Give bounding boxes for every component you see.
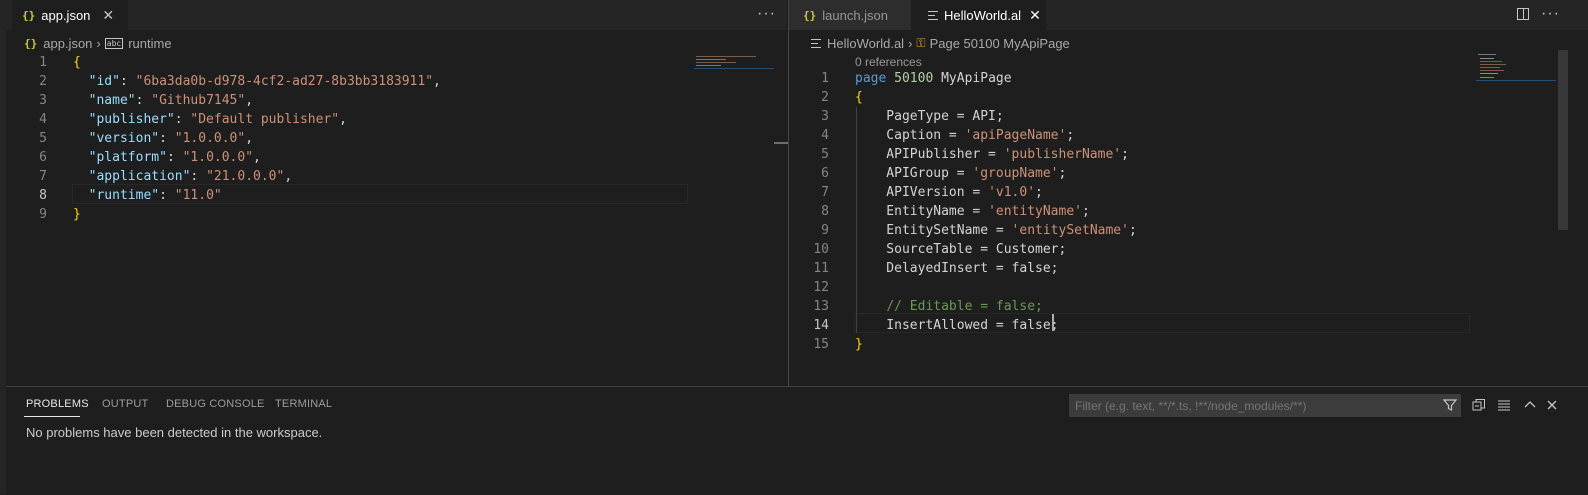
code-line: PageType = API; [855, 109, 1004, 124]
code-line: } [855, 337, 863, 352]
code-line: "version": "1.0.0.0", [88, 131, 254, 146]
code-line: } [73, 207, 81, 222]
breadcrumb-symbol[interactable]: runtime [128, 36, 171, 51]
code-line: APIGroup = 'groupName'; [855, 166, 1067, 181]
line-number: 3 [821, 109, 829, 124]
close-icon[interactable] [1545, 398, 1559, 412]
tab-debug-console[interactable]: DEBUG CONSOLE [166, 398, 265, 410]
code-line: "id": "6ba3da0b-d978-4cf2-ad27-8b3bb3183… [88, 74, 441, 89]
al-file-icon [811, 38, 821, 48]
text-cursor [1052, 314, 1054, 331]
code-line: Caption = 'apiPageName'; [855, 128, 1075, 143]
chevron-right-icon: › [908, 35, 913, 51]
chevron-right-icon: › [96, 35, 101, 51]
line-number: 15 [813, 337, 829, 352]
collapse-all-icon[interactable] [1472, 398, 1486, 412]
close-icon[interactable]: ✕ [1029, 7, 1041, 24]
line-number: 4 [39, 112, 47, 127]
code-line: { [73, 55, 81, 70]
tab-label: app.json [41, 7, 91, 23]
line-number: 5 [39, 131, 47, 146]
word-wrap-icon[interactable] [1497, 398, 1511, 412]
line-number: 2 [821, 90, 829, 105]
minimap [694, 54, 774, 70]
line-number: 6 [821, 166, 829, 181]
string-symbol-icon: abc [104, 37, 124, 49]
split-editor-icon[interactable] [1517, 8, 1529, 20]
tab-label: HelloWorld.al [944, 7, 1022, 23]
funnel-icon[interactable] [1443, 398, 1457, 412]
code-line: SourceTable = Customer; [855, 242, 1067, 257]
tab-launch-json[interactable]: {} launch.json [789, 0, 911, 30]
tab-output[interactable]: OUTPUT [102, 398, 148, 410]
problems-filter-input[interactable] [1069, 394, 1461, 417]
chevron-up-icon[interactable] [1523, 398, 1537, 412]
code-line: page 50100 MyApiPage [855, 71, 1012, 86]
close-icon[interactable]: ✕ [102, 7, 114, 24]
code-line: // Editable = false; [886, 299, 1043, 314]
ellipsis-icon[interactable]: ··· [1541, 5, 1560, 23]
code-line: EntitySetName = 'entitySetName'; [855, 223, 1137, 238]
code-line: "application": "21.0.0.0", [88, 169, 293, 184]
line-number: 1 [39, 55, 47, 70]
breadcrumb-file[interactable]: HelloWorld.al [827, 36, 904, 51]
line-number: 5 [821, 147, 829, 162]
line-number: 8 [821, 204, 829, 219]
line-number: 11 [813, 261, 829, 276]
json-braces-icon: {} [22, 8, 36, 22]
line-number: 1 [821, 71, 829, 86]
line-number: 10 [813, 242, 829, 257]
panel-left-strip [0, 0, 6, 494]
al-file-icon [928, 10, 938, 20]
code-line: APIVersion = 'v1.0'; [855, 185, 1043, 200]
vertical-scrollbar[interactable] [1558, 50, 1568, 230]
breadcrumb: {} app.json › abc runtime [24, 34, 172, 52]
symbol-class-icon: ⚿ [916, 35, 926, 50]
code-editor-helloworld-al[interactable]: 1 page 50100 MyApiPage 2 {3 PageType = API;… [796, 69, 1476, 359]
line-number: 4 [821, 128, 829, 143]
breadcrumb: HelloWorld.al › ⚿ Page 50100 MyApiPage [811, 34, 1070, 52]
code-line: APIPublisher = 'publisherName'; [855, 147, 1129, 162]
line-number: 7 [39, 169, 47, 184]
line-number: 7 [821, 185, 829, 200]
minimap [1476, 52, 1556, 82]
line-number: 9 [821, 223, 829, 238]
code-line: "publisher": "Default publisher", [88, 112, 347, 127]
breadcrumb-symbol[interactable]: Page 50100 MyApiPage [930, 36, 1070, 51]
tab-helloworld-al[interactable]: HelloWorld.al ✕ [911, 0, 1046, 30]
tab-label: launch.json [822, 7, 889, 23]
json-braces-icon: {} [24, 36, 38, 50]
line-number: 12 [813, 280, 829, 295]
line-number: 2 [39, 74, 47, 89]
active-tab-underline [24, 416, 80, 417]
codelens-references[interactable]: 0 references [855, 55, 922, 69]
line-number: 6 [39, 150, 47, 165]
code-line: EntityName = 'entityName'; [855, 204, 1090, 219]
tab-problems[interactable]: PROBLEMS [26, 398, 89, 410]
tab-terminal[interactable]: TERMINAL [275, 398, 332, 410]
code-editor-app-json[interactable]: 1 {2 "id": "6ba3da0b-d978-4cf2-ad27-8b3bb… [10, 53, 690, 233]
line-number: 13 [813, 299, 829, 314]
problems-message: No problems have been detected in the wo… [26, 425, 323, 440]
json-braces-icon: {} [803, 8, 817, 22]
ellipsis-icon[interactable]: ··· [757, 5, 776, 23]
code-line: DelayedInsert = false; [855, 261, 1059, 276]
code-line: "runtime": "11.0" [88, 188, 222, 203]
code-line: "name": "Github7145", [88, 93, 254, 108]
breadcrumb-file[interactable]: app.json [43, 36, 92, 51]
line-number: 14 [813, 318, 829, 333]
code-line: InsertAllowed = false; [855, 318, 1059, 333]
tab-app-json[interactable]: {} app.json ✕ [12, 0, 128, 30]
editor-group-divider[interactable] [788, 0, 789, 386]
line-number: 3 [39, 93, 47, 108]
line-number: 8 [39, 188, 47, 203]
vertical-scrollbar[interactable] [774, 142, 788, 144]
code-line: "platform": "1.0.0.0", [88, 150, 261, 165]
code-line: { [855, 90, 863, 105]
line-number: 9 [39, 207, 47, 222]
